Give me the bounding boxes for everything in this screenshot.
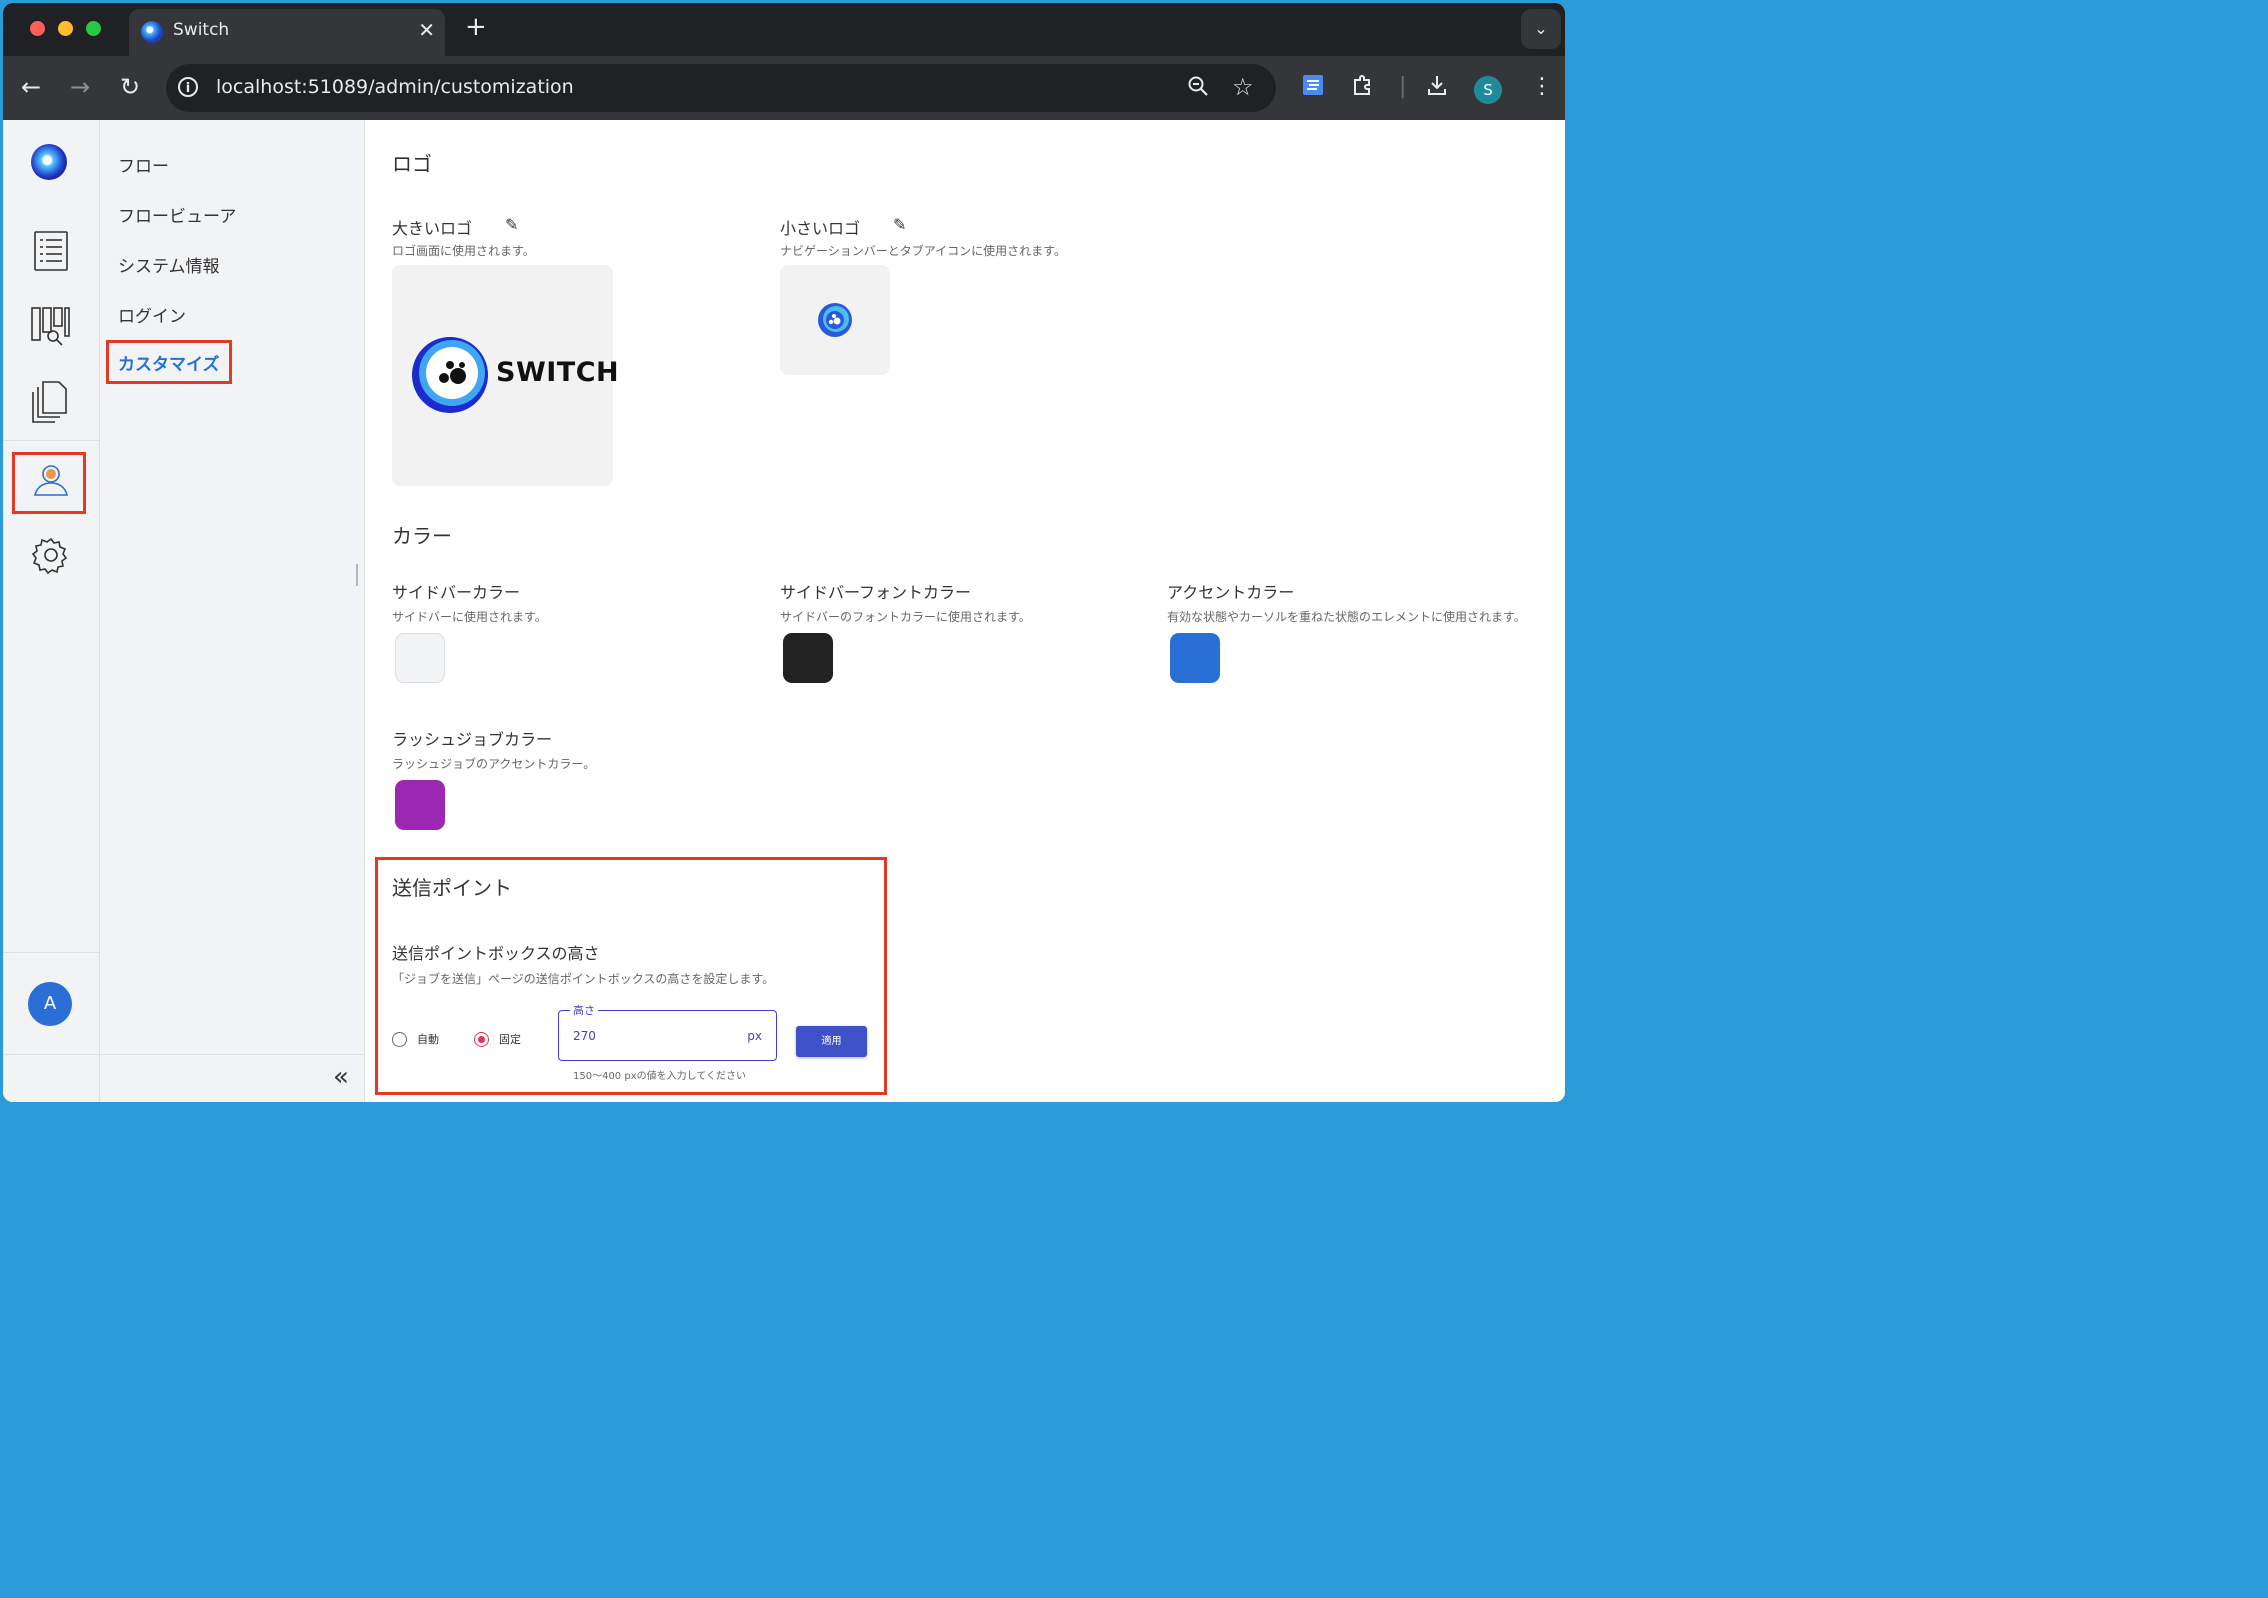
bookmark-star-icon[interactable]: ☆ — [1232, 73, 1254, 101]
accent-color-swatch[interactable] — [1170, 633, 1220, 683]
large-logo-brand-text: SWITCH — [496, 357, 620, 388]
apply-button[interactable]: 適用 — [796, 1026, 867, 1057]
icon-rail: A — [3, 120, 100, 1102]
rail-divider — [3, 440, 99, 441]
accent-color-desc: 有効な状態やカーソルを重ねた状態のエレメントに使用されます。 — [1167, 610, 1526, 624]
browser-toolbar: ← → ↻ i localhost:51089/admin/customizat… — [3, 56, 1565, 120]
sidebar-color-label: サイドバーカラー — [392, 583, 521, 602]
radio-auto[interactable] — [392, 1032, 407, 1047]
height-input-field[interactable]: 高さ 270 px — [558, 1002, 777, 1061]
sidebar-font-color-desc: サイドバーのフォントカラーに使用されます。 — [780, 610, 1031, 624]
maximize-window-button[interactable] — [86, 21, 101, 36]
radio-fixed[interactable] — [474, 1032, 489, 1047]
subnav-item-flow[interactable]: フロー — [118, 152, 169, 177]
subnav-item-customize[interactable]: カスタマイズ — [118, 350, 220, 375]
height-input-label: 高さ — [570, 1002, 598, 1018]
tab-search-button[interactable]: ⌄ — [1521, 9, 1561, 49]
rush-job-color-desc: ラッシュジョブのアクセントカラー。 — [392, 757, 596, 771]
panel-resize-handle[interactable] — [356, 564, 358, 586]
rush-job-color-swatch[interactable] — [395, 780, 445, 830]
site-info-icon[interactable]: i — [178, 77, 198, 97]
toolbar-divider: | — [1399, 74, 1407, 99]
app-logo-icon[interactable] — [31, 144, 67, 180]
sub-navigation: フロー フロービューア システム情報 ログイン カスタマイズ — [100, 120, 365, 1102]
new-tab-button[interactable]: + — [465, 12, 487, 42]
documents-icon[interactable] — [26, 376, 76, 426]
switch-logo-mark-icon — [412, 337, 488, 413]
list-icon[interactable] — [26, 224, 76, 274]
footer-divider — [3, 1054, 364, 1055]
back-button[interactable]: ← — [16, 72, 46, 102]
large-logo-desc: ロゴ画面に使用されます。 — [392, 244, 535, 258]
browser-window: Switch ✕ + ⌄ ← → ↻ i localhost:51089/adm… — [3, 3, 1565, 1102]
sidebar-color-swatch[interactable] — [395, 633, 445, 683]
subnav-item-flow-viewer[interactable]: フロービューア — [118, 202, 236, 227]
send-point-height-desc: 「ジョブを送信」ページの送信ポイントボックスの高さを設定します。 — [392, 972, 775, 986]
color-section-title: カラー — [392, 524, 452, 548]
height-input-unit: px — [747, 1029, 762, 1043]
height-input-value[interactable]: 270 — [573, 1029, 596, 1043]
subnav-item-system-info[interactable]: システム情報 — [118, 252, 220, 277]
browser-menu-icon[interactable]: ⋮ — [1531, 72, 1553, 102]
large-logo-label: 大きいロゴ — [392, 219, 473, 238]
flow-viewer-icon[interactable] — [26, 300, 76, 350]
small-logo-icon — [818, 303, 852, 337]
tab-bar: Switch ✕ + ⌄ — [3, 3, 1565, 56]
docs-extension-icon[interactable] — [1301, 72, 1325, 107]
collapse-sidebar-icon[interactable]: « — [333, 1062, 349, 1092]
sidebar-font-color-label: サイドバーフォントカラー — [780, 583, 972, 602]
extensions-puzzle-icon[interactable] — [1351, 72, 1375, 107]
reload-button[interactable]: ↻ — [115, 72, 145, 102]
address-bar[interactable]: i localhost:51089/admin/customization ☆ — [166, 64, 1276, 112]
user-customize-icon[interactable] — [26, 454, 76, 504]
large-logo-preview[interactable]: SWITCH — [392, 265, 619, 486]
browser-tab[interactable]: Switch ✕ — [129, 9, 445, 56]
small-logo-desc: ナビゲーションバーとタブアイコンに使用されます。 — [780, 244, 1066, 258]
forward-button[interactable]: → — [65, 72, 95, 102]
zoom-icon[interactable] — [1186, 73, 1210, 105]
favicon-icon — [141, 21, 163, 43]
tab-title: Switch — [173, 20, 230, 40]
user-avatar[interactable]: A — [28, 982, 72, 1026]
app-root: A フロー フロービューア システム情報 ログイン カスタマイズ « ロゴ 大き… — [3, 120, 1565, 1102]
main-content: ロゴ 大きいロゴ ✎ ロゴ画面に使用されます。 SWITCH 小さいロゴ ✎ ナ… — [365, 120, 1565, 1102]
logo-section-title: ロゴ — [392, 152, 432, 176]
rail-divider-bottom — [3, 952, 99, 953]
accent-color-label: アクセントカラー — [1167, 583, 1295, 602]
download-icon[interactable] — [1425, 72, 1449, 107]
sidebar-font-color-swatch[interactable] — [783, 633, 833, 683]
radio-fixed-label: 固定 — [499, 1033, 521, 1046]
send-point-height-label: 送信ポイントボックスの高さ — [392, 944, 600, 963]
height-input-hint: 150〜400 pxの値を入力してください — [573, 1071, 747, 1082]
minimize-window-button[interactable] — [58, 21, 73, 36]
tab-close-icon[interactable]: ✕ — [418, 18, 435, 42]
rush-job-color-label: ラッシュジョブカラー — [392, 730, 553, 749]
large-logo-edit-icon[interactable]: ✎ — [505, 215, 518, 234]
small-logo-edit-icon[interactable]: ✎ — [893, 215, 906, 234]
gear-icon[interactable] — [26, 530, 76, 580]
profile-avatar[interactable]: S — [1474, 76, 1502, 104]
sidebar-color-desc: サイドバーに使用されます。 — [392, 610, 547, 624]
close-window-button[interactable] — [30, 21, 45, 36]
small-logo-preview[interactable] — [780, 265, 890, 375]
url-text[interactable]: localhost:51089/admin/customization — [216, 76, 574, 98]
subnav-item-login[interactable]: ログイン — [118, 302, 186, 327]
send-point-title: 送信ポイント — [392, 876, 512, 900]
small-logo-label: 小さいロゴ — [780, 219, 861, 238]
radio-auto-label: 自動 — [417, 1033, 439, 1046]
